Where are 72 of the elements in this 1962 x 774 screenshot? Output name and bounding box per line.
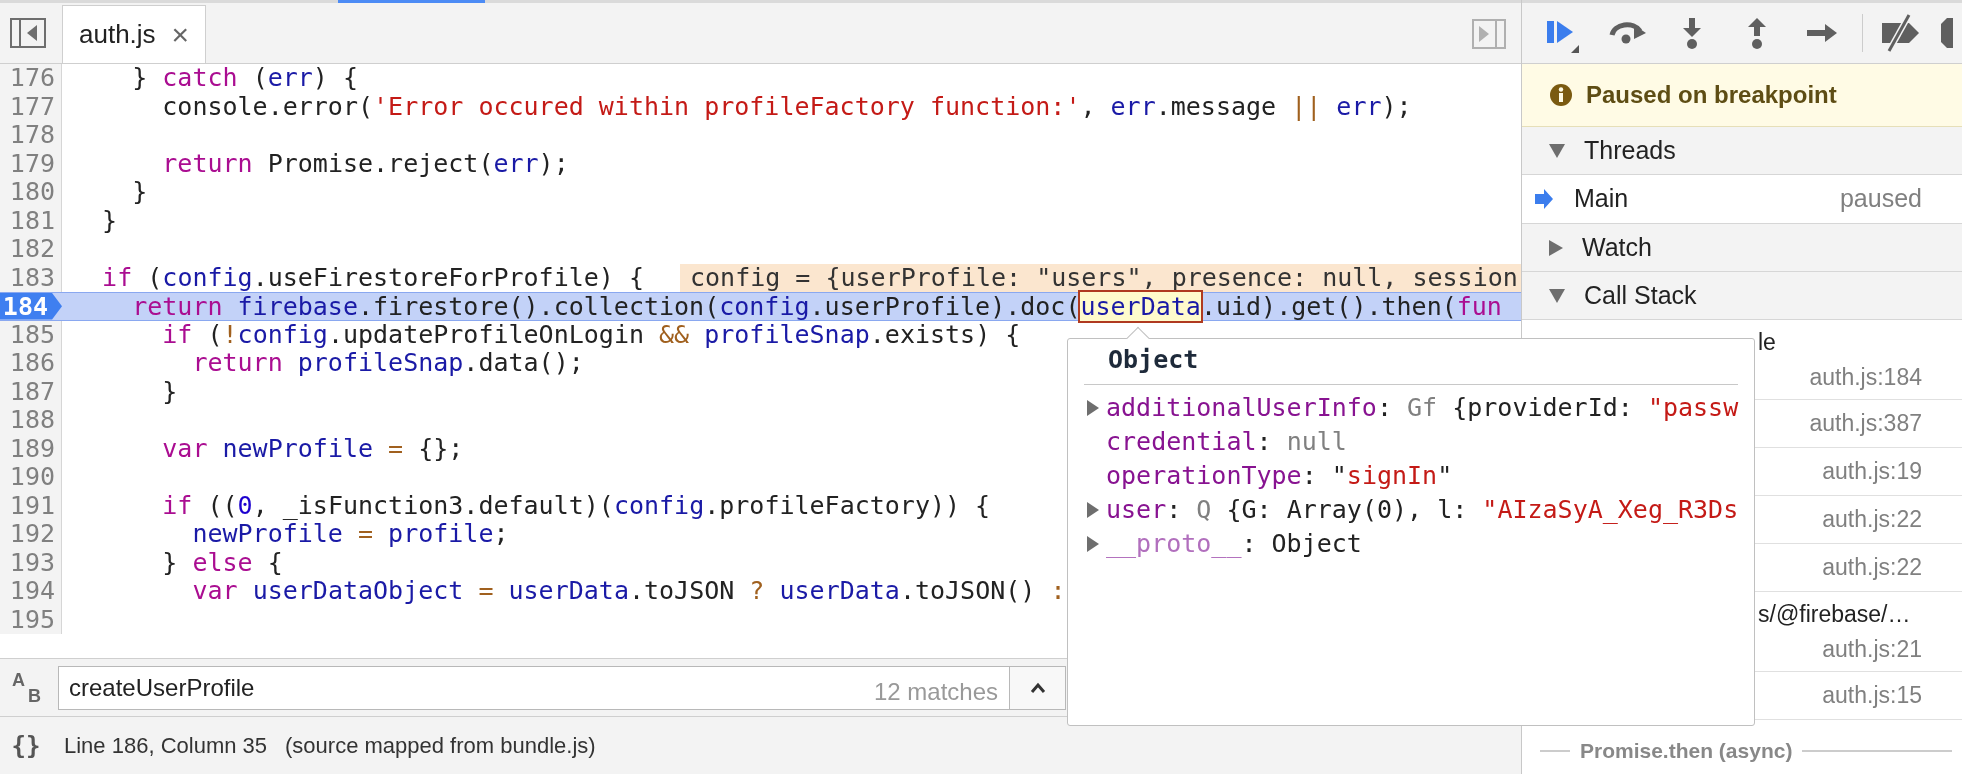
property-text: additionalUserInfo: Gf {providerId: "passw — [1106, 392, 1739, 425]
line-number[interactable]: 189 — [0, 434, 62, 463]
section-header[interactable]: Call Stack — [1522, 272, 1962, 320]
frame-location[interactable]: auth.js:15 — [1822, 678, 1922, 713]
line-number[interactable]: 187 — [0, 377, 62, 406]
pause-on-exceptions-icon[interactable] — [1939, 16, 1953, 50]
line-number[interactable]: 178 — [0, 121, 62, 150]
expand-triangle-icon[interactable] — [1086, 501, 1100, 519]
line-number[interactable]: 188 — [0, 406, 62, 435]
expand-triangle-icon[interactable] — [1086, 535, 1100, 553]
frame-location[interactable]: auth.js:19 — [1822, 454, 1922, 489]
code-line: var newProfile = {}; — [161, 434, 464, 463]
code-line: } — [161, 377, 178, 406]
line-number[interactable]: 183 — [0, 263, 62, 292]
frame-location[interactable]: auth.js:22 — [1822, 550, 1922, 585]
source-map-note: (source mapped from bundle.js) — [285, 732, 596, 760]
line-number[interactable]: 180 — [0, 178, 62, 207]
previous-match-button[interactable] — [1010, 665, 1066, 710]
line-number[interactable]: 193 — [0, 548, 62, 577]
cursor-position: Line 186, Column 35 — [64, 732, 268, 760]
async-separator-label: Promise.then (async) — [1580, 738, 1793, 765]
match-count: 12 matches — [873, 676, 998, 707]
line-number[interactable]: 185 — [0, 320, 62, 349]
expand-triangle-icon[interactable] — [1086, 399, 1100, 417]
breakpoint-marker[interactable]: 184 — [0, 293, 62, 320]
code-line: } catch (err) { — [131, 64, 358, 93]
paused-message: Paused on breakpoint — [1586, 80, 1837, 110]
line-number[interactable]: 179 — [0, 149, 62, 178]
chevron-up-icon — [1029, 681, 1046, 694]
code-line: } — [101, 206, 118, 235]
property-text: __proto__: Object — [1106, 528, 1362, 561]
line-number[interactable]: 176 — [0, 64, 62, 93]
code-line: var userDataObject = userData.toJSON ? userData.toJSON() : — [191, 577, 1066, 606]
property-text: user: Q {G: Array(0), l: "AIzaSyA_Xeg_R3Ds — [1106, 494, 1739, 527]
line-number[interactable]: 192 — [0, 520, 62, 549]
code-line: return firebase.firestore().collection(config.userProfile).doc(userData.uid).get().then(fun — [131, 293, 1502, 320]
frame-location[interactable]: auth.js:21 — [1822, 631, 1922, 666]
line-number[interactable]: 181 — [0, 206, 62, 235]
section-header[interactable]: Watch — [1522, 224, 1962, 272]
line-number[interactable]: 194 — [0, 577, 62, 606]
code-line: if ((0, _isFunction3.default)(config.profileFactory)) { — [161, 491, 991, 520]
code-line: console.error('Error occured within profileFactory function:', err.message || err); — [161, 92, 1412, 121]
file-tab[interactable]: auth.js × — [62, 5, 207, 63]
frame-location[interactable]: auth.js:22 — [1822, 502, 1922, 537]
line-number[interactable]: 182 — [0, 235, 62, 264]
code-line: return profileSnap.data(); — [191, 349, 584, 378]
line-number[interactable]: 191 — [0, 491, 62, 520]
debugger-toggle-icon[interactable] — [1471, 18, 1507, 50]
section-header[interactable]: Threads — [1522, 127, 1962, 175]
frame-location[interactable]: auth.js:184 — [1809, 359, 1922, 394]
thread-status: paused — [1839, 183, 1922, 215]
close-tab-button[interactable]: × — [171, 12, 190, 57]
thread-name[interactable]: Main — [1574, 180, 1629, 218]
navigator-toggle-icon[interactable] — [8, 15, 48, 51]
info-icon — [1550, 84, 1572, 106]
frame-location[interactable]: auth.js:387 — [1809, 406, 1922, 441]
line-number[interactable]: 177 — [0, 92, 62, 121]
inline-value: config = {userProfile: "users", presence: null, session — [680, 263, 1521, 292]
line-number[interactable]: 195 — [0, 605, 62, 634]
popover-title: Object — [1108, 343, 1199, 376]
pretty-print-button[interactable]: {} — [6, 727, 46, 764]
code-line: } — [131, 178, 148, 207]
line-number[interactable]: 186 — [0, 349, 62, 378]
property-text: operationType: "signIn" — [1106, 460, 1453, 493]
code-line: if (config.useFirestoreForProfile) { — [101, 263, 644, 292]
code-line: } else { — [161, 548, 283, 577]
code-line: newProfile = profile; — [191, 520, 509, 549]
replace-toggle[interactable]: A B — [4, 664, 50, 711]
line-number[interactable]: 190 — [0, 463, 62, 492]
code-line: if (!config.updateProfileOnLogin && profileSnap.exists) { — [161, 320, 1021, 349]
code-line: return Promise.reject(err); — [161, 149, 569, 178]
property-text: credential: null — [1106, 426, 1347, 459]
